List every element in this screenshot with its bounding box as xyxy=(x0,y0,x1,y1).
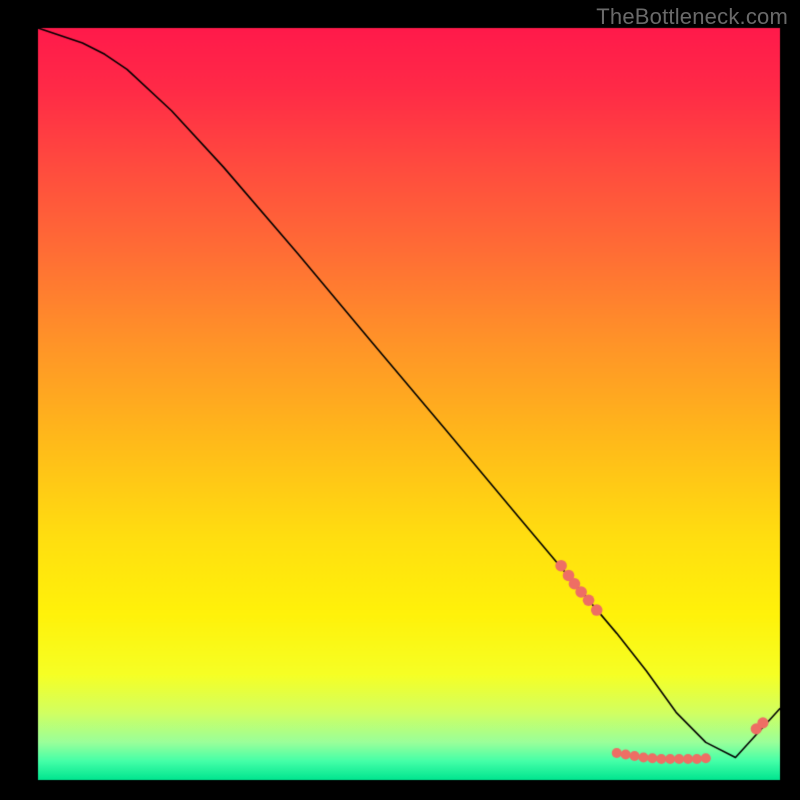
watermark-text: TheBottleneck.com xyxy=(596,4,788,30)
bottleneck-chart xyxy=(0,0,800,800)
